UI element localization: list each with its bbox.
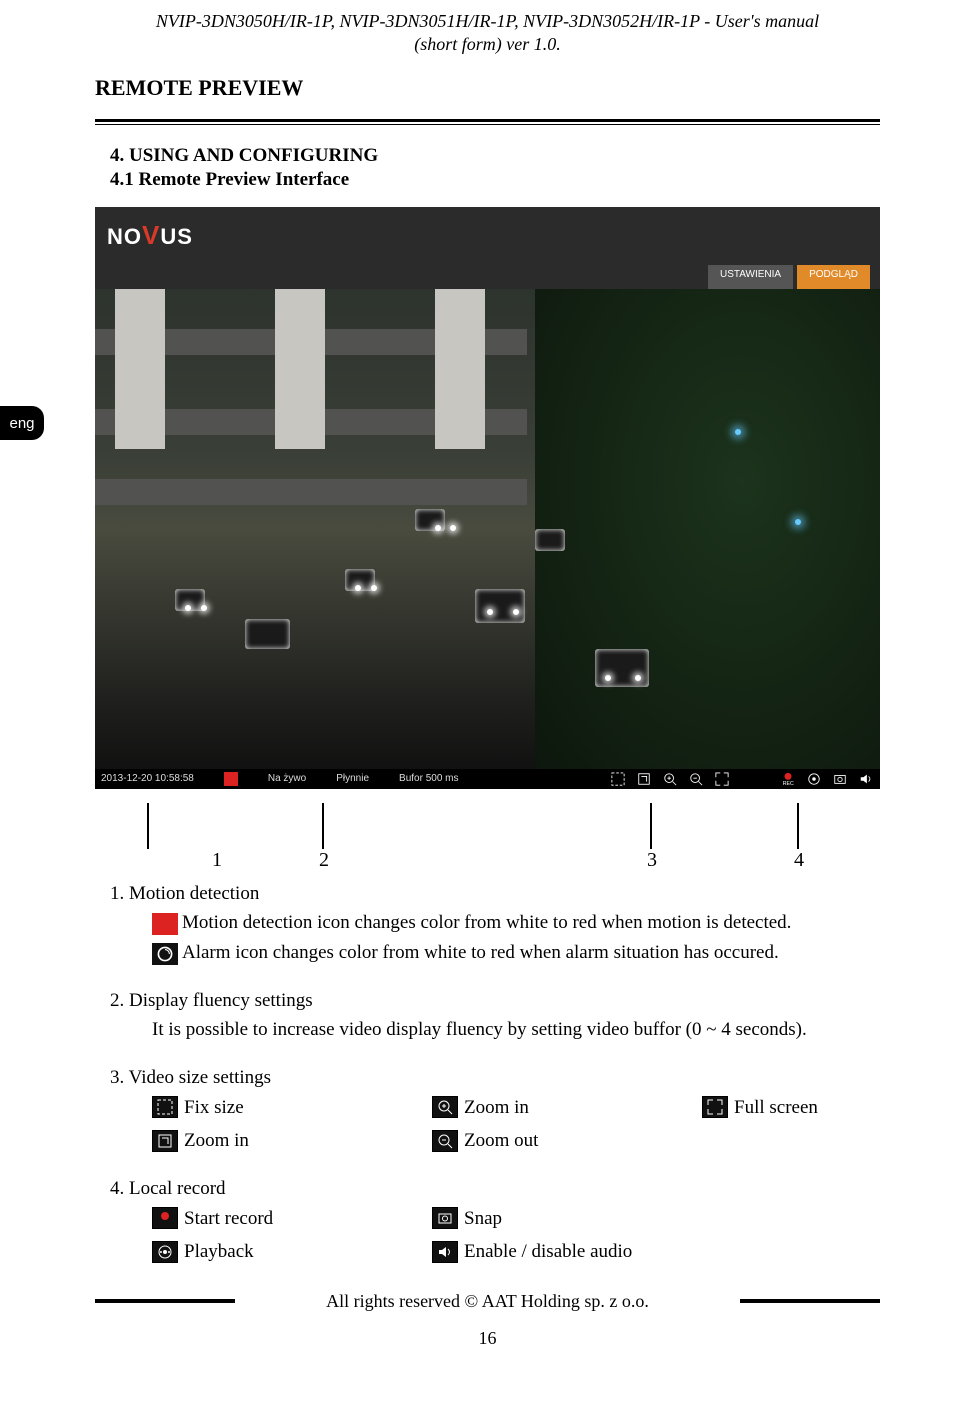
tab-settings[interactable]: USTAWIENIA <box>708 265 793 289</box>
zoom-fit-button[interactable] <box>636 771 652 787</box>
label-zoom-out: Zoom out <box>464 1128 538 1154</box>
footer-text: All rights reserved © AAT Holding sp. z … <box>247 1291 728 1312</box>
section-title: REMOTE PREVIEW <box>95 75 880 101</box>
label-snap: Snap <box>464 1206 502 1232</box>
tab-preview[interactable]: PODGLĄD <box>797 265 870 289</box>
item2-title: 2. Display fluency settings <box>110 988 865 1014</box>
video-preview-area <box>95 289 880 769</box>
fix-size-button[interactable] <box>610 771 626 787</box>
zoom-in-icon <box>432 1096 458 1118</box>
footer-bar-right <box>740 1299 880 1303</box>
playback-button[interactable] <box>806 771 822 787</box>
status-stream: Płynnie <box>336 773 369 784</box>
brand-logo: NOVUS <box>107 220 193 251</box>
item4-title: 4. Local record <box>110 1176 865 1202</box>
zoom-in-button[interactable] <box>662 771 678 787</box>
callout-4: 4 <box>794 849 804 872</box>
fullscreen-icon <box>702 1096 728 1118</box>
horizontal-rule <box>95 119 880 125</box>
video-status-bar: 2013-12-20 10:58:58 Na żywo Płynnie Bufo… <box>95 769 880 789</box>
svg-text:REC: REC <box>783 781 794 786</box>
label-zoom-in-b: Zoom in <box>184 1128 249 1154</box>
footer-bar-left <box>95 1299 235 1303</box>
motion-icon <box>152 913 178 935</box>
label-audio: Enable / disable audio <box>464 1239 632 1265</box>
fullscreen-button[interactable] <box>714 771 730 787</box>
running-header-line1: NVIP-3DN3050H/IR-1P, NVIP-3DN3051H/IR-1P… <box>95 10 880 33</box>
item2-line-a: It is possible to increase video display… <box>110 1017 865 1043</box>
app-tabs: USTAWIENIA PODGLĄD <box>95 265 880 289</box>
app-header: NOVUS <box>95 207 880 265</box>
fix-size-icon <box>152 1096 178 1118</box>
audio-icon <box>432 1241 458 1263</box>
label-full-screen: Full screen <box>734 1095 818 1121</box>
app-screenshot: NOVUS USTAWIENIA PODGLĄD <box>95 207 880 789</box>
running-header-line2: (short form) ver 1.0. <box>95 33 880 56</box>
playback-icon <box>152 1241 178 1263</box>
running-header: NVIP-3DN3050H/IR-1P, NVIP-3DN3051H/IR-1P… <box>95 10 880 57</box>
record-icon <box>152 1207 178 1229</box>
page-number: 16 <box>95 1328 880 1349</box>
status-buffer: Bufor 500 ms <box>399 773 458 784</box>
record-button[interactable]: REC <box>780 771 796 787</box>
label-playback: Playback <box>184 1239 254 1265</box>
alarm-icon <box>152 943 178 965</box>
chapter-heading: 4. USING AND CONFIGURING <box>110 145 865 167</box>
zoom-fit-icon <box>152 1130 178 1152</box>
language-tab: eng <box>0 406 44 440</box>
callout-3: 3 <box>647 849 657 872</box>
snapshot-button[interactable] <box>832 771 848 787</box>
item1-title: 1. Motion detection <box>110 881 865 907</box>
label-start-record: Start record <box>184 1206 273 1232</box>
callout-1: 1 <box>212 849 222 872</box>
zoom-out-button[interactable] <box>688 771 704 787</box>
zoom-out-icon <box>432 1130 458 1152</box>
label-zoom-in-a: Zoom in <box>464 1095 529 1121</box>
chapter-subheading: 4.1 Remote Preview Interface <box>110 169 865 191</box>
callout-2: 2 <box>319 849 329 872</box>
motion-indicator-icon <box>224 772 238 786</box>
item3-title: 3. Video size settings <box>110 1065 865 1091</box>
audio-button[interactable] <box>858 771 874 787</box>
callout-labels: 1 2 3 4 <box>95 849 880 877</box>
item1-line-a: Motion detection icon changes color from… <box>182 912 791 933</box>
callout-arrows <box>95 789 880 849</box>
status-timestamp: 2013-12-20 10:58:58 <box>101 773 194 784</box>
status-mode: Na żywo <box>268 773 306 784</box>
item1-line-b: Alarm icon changes color from white to r… <box>182 942 779 963</box>
label-fix-size: Fix size <box>184 1095 244 1121</box>
snap-icon <box>432 1207 458 1229</box>
